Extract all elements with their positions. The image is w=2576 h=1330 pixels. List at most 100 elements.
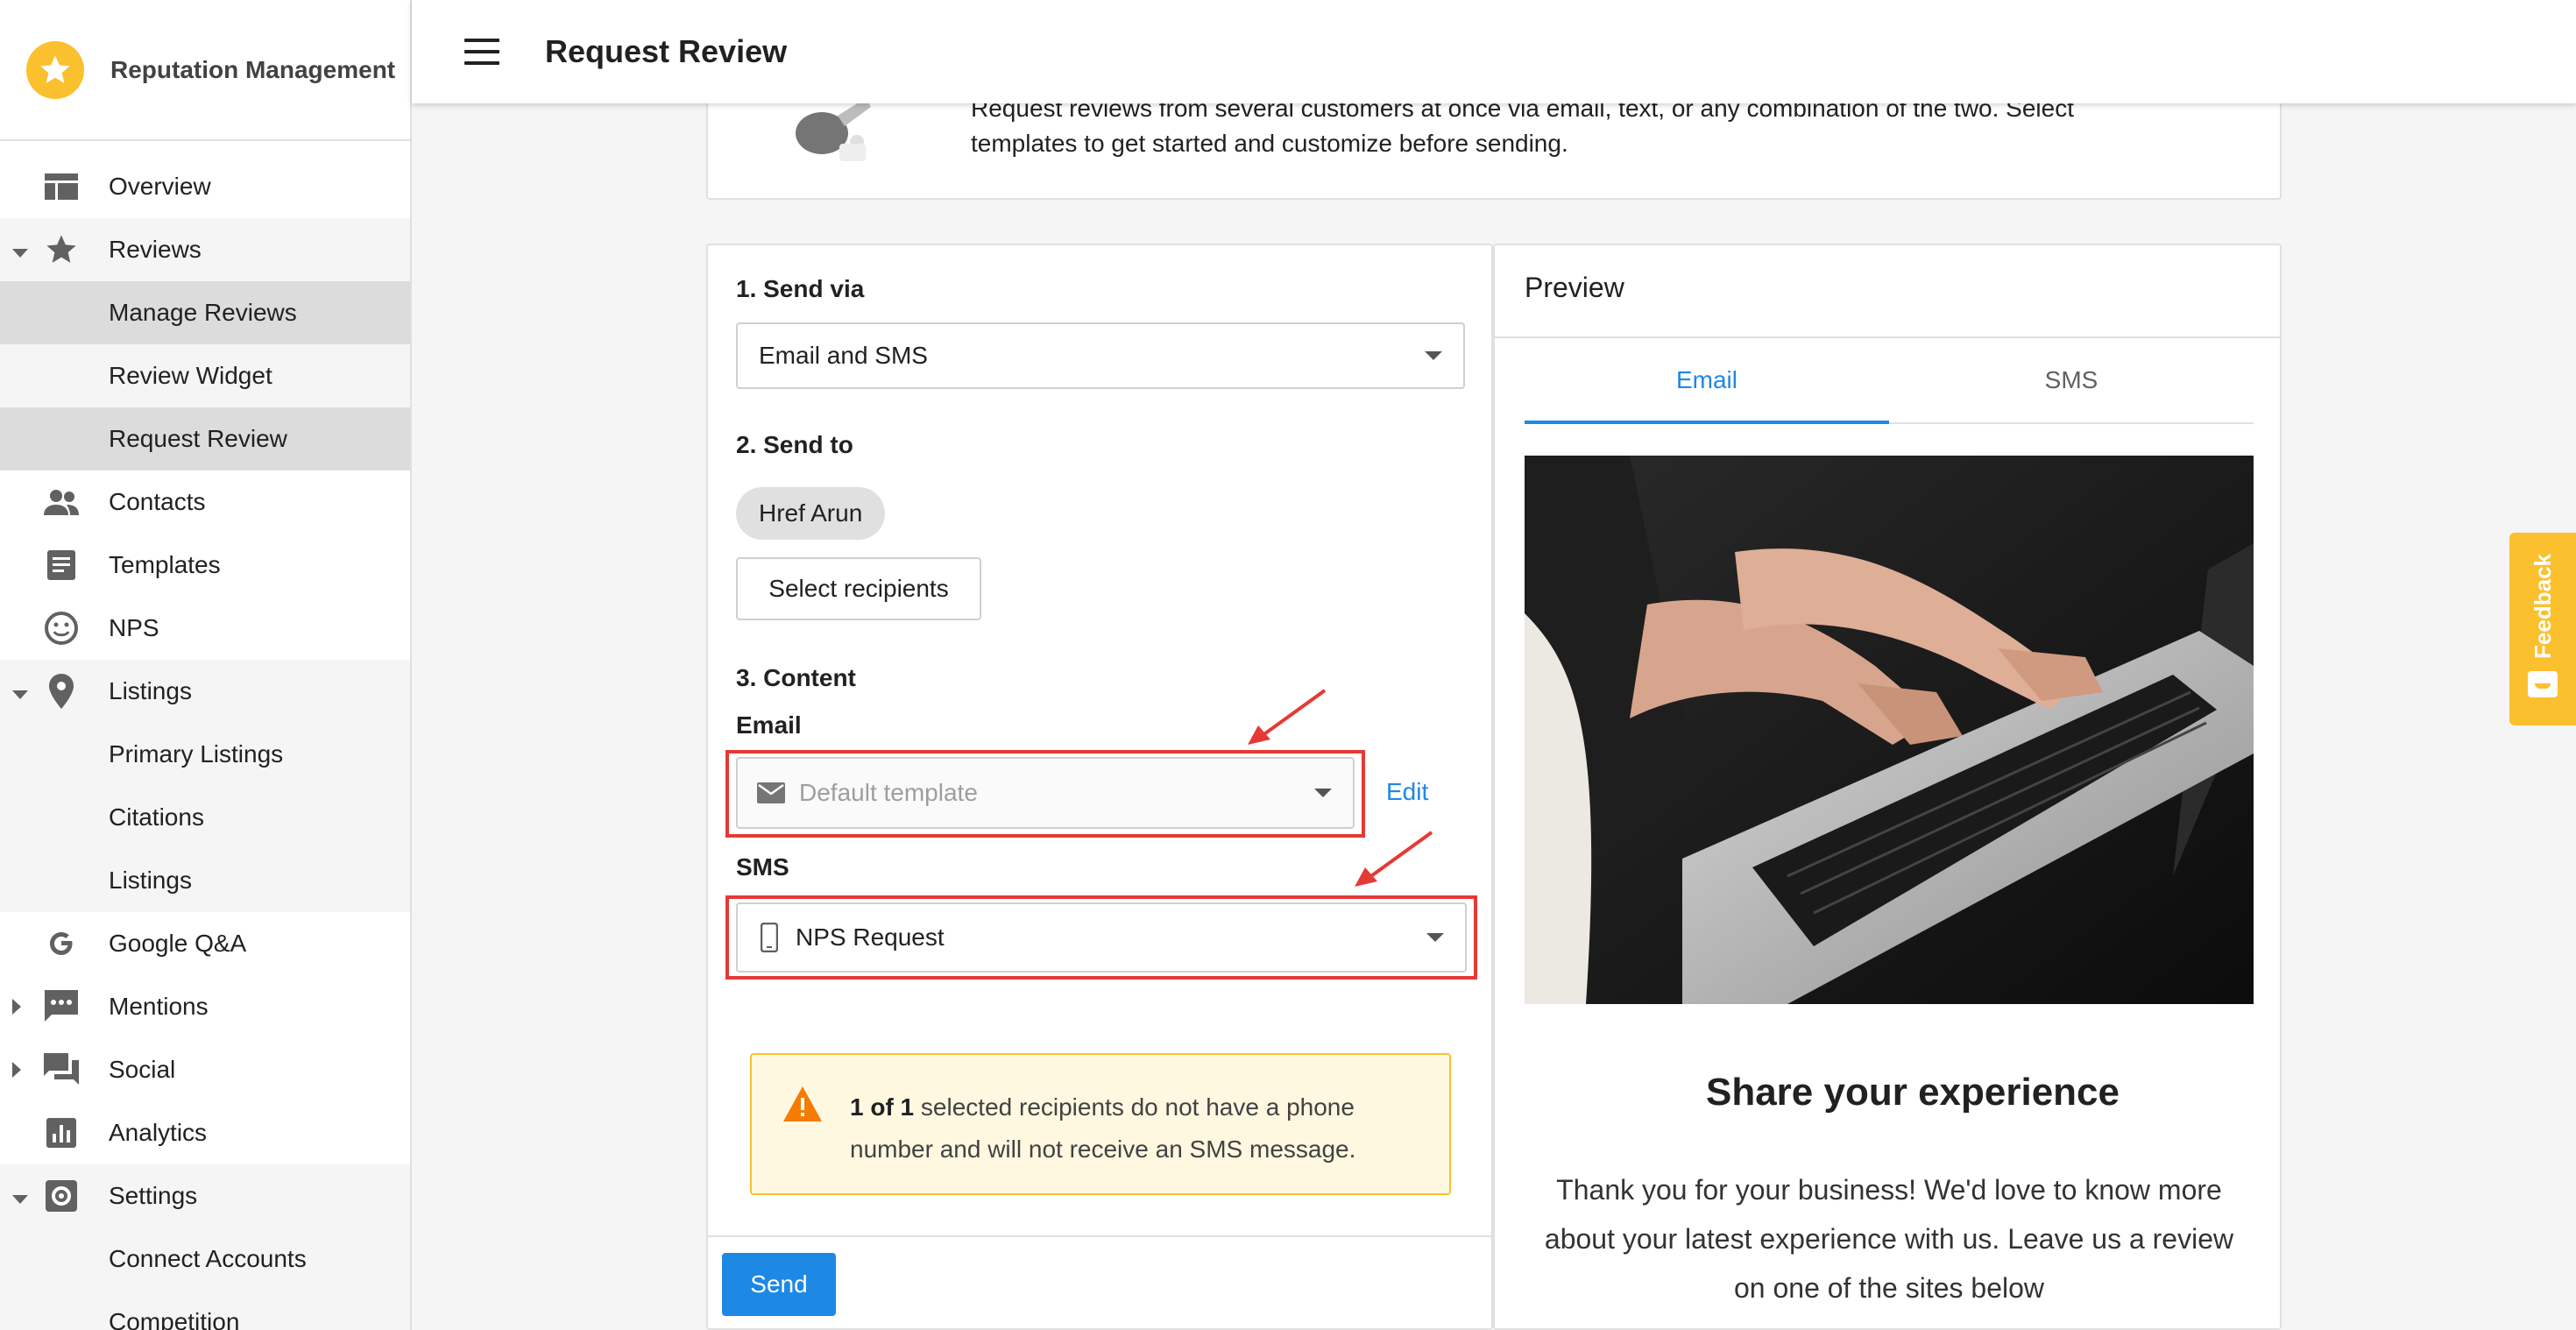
dropdown-arrow-icon [1425, 351, 1442, 360]
preview-card: Preview Email SMS Share your experience … [1493, 244, 2282, 1330]
sidebar-item-connect-accounts[interactable]: Connect Accounts [0, 1227, 410, 1291]
sidebar: Reputation Management Overview Reviews M… [0, 0, 412, 1330]
phone-icon [761, 923, 778, 952]
smiley-icon [42, 609, 81, 647]
preview-body: Thank you for your business! We'd love t… [1525, 1165, 2254, 1312]
send-to-label: 2. Send to [736, 431, 853, 458]
intro-line-2: templates to get started and customize b… [971, 130, 1568, 157]
mail-icon [757, 782, 785, 803]
sidebar-item-label: Request Review [109, 425, 287, 452]
select-recipients-button[interactable]: Select recipients [736, 557, 981, 620]
settings-group: Settings Connect Accounts Competition [0, 1164, 410, 1330]
sidebar-item-overview[interactable]: Overview [0, 155, 410, 218]
sidebar-item-label: Manage Reviews [109, 299, 297, 326]
sidebar-item-label: Reviews [109, 236, 202, 263]
sidebar-item-label: Review Widget [109, 362, 272, 389]
caret-right-icon [12, 993, 21, 1021]
caret-down-icon [12, 236, 28, 264]
sidebar-item-label: Mentions [109, 993, 209, 1020]
sidebar-item-label: Google Q&A [109, 930, 247, 957]
edit-link[interactable]: Edit [1386, 778, 1428, 806]
arrow-annotation-icon [1355, 831, 1433, 887]
listings-group: Listings Primary Listings Citations List… [0, 660, 410, 912]
sidebar-item-settings[interactable]: Settings [0, 1164, 410, 1227]
form-footer-divider [708, 1235, 1491, 1237]
sidebar-item-citations[interactable]: Citations [0, 786, 410, 849]
feedback-tab[interactable]: Feedback [2509, 533, 2576, 725]
preview-body-line1: Thank you for your business! We'd love t… [1556, 1174, 2222, 1206]
send-via-select[interactable]: Email and SMS [736, 322, 1465, 389]
sidebar-item-listings-sub[interactable]: Listings [0, 849, 410, 912]
tab-sms[interactable]: SMS [1889, 338, 2254, 422]
hamburger-menu-icon[interactable] [464, 39, 499, 65]
chat-dots-icon [42, 987, 81, 1026]
sms-label: SMS [736, 853, 789, 881]
sidebar-item-mentions[interactable]: Mentions [0, 975, 410, 1038]
preview-tabs: Email SMS [1525, 338, 2254, 424]
sidebar-item-reviews[interactable]: Reviews [0, 218, 410, 281]
send-via-value: Email and SMS [759, 342, 928, 369]
warning-count: 1 of 1 [850, 1093, 915, 1121]
sidebar-item-label: NPS [109, 614, 159, 641]
sidebar-item-label: Analytics [109, 1119, 208, 1146]
sidebar-item-label: Citations [109, 803, 204, 831]
forum-icon [42, 1051, 81, 1089]
dashboard-icon [42, 167, 81, 206]
document-icon [42, 546, 81, 584]
sidebar-item-competition[interactable]: Competition [0, 1291, 410, 1330]
caret-right-icon [12, 1056, 21, 1084]
hero-image-laptop [1525, 456, 2254, 1004]
sidebar-item-contacts[interactable]: Contacts [0, 470, 410, 534]
sidebar-item-nps[interactable]: NPS [0, 597, 410, 660]
star-icon [42, 230, 81, 269]
dropdown-arrow-icon [1314, 789, 1332, 797]
sidebar-item-review-widget[interactable]: Review Widget [0, 344, 410, 407]
sidebar-item-label: Competition [109, 1308, 240, 1330]
sidebar-item-primary-listings[interactable]: Primary Listings [0, 723, 410, 786]
preview-heading: Share your experience [1705, 1071, 2120, 1114]
recipient-chip[interactable]: Href Arun [736, 487, 886, 540]
sidebar-item-manage-reviews[interactable]: Manage Reviews [0, 281, 410, 344]
bar-chart-icon [42, 1114, 81, 1152]
warning-text-line1: selected recipients do not have a phone [914, 1093, 1355, 1121]
google-g-icon [42, 924, 81, 963]
sidebar-item-request-review[interactable]: Request Review [0, 407, 410, 470]
arrow-annotation-icon [1248, 689, 1327, 745]
sidebar-item-label: Connect Accounts [109, 1245, 307, 1272]
sidebar-item-label: Overview [109, 173, 211, 200]
app-name: Reputation Management [110, 55, 396, 83]
sidebar-item-social[interactable]: Social [0, 1038, 410, 1101]
content-label: 3. Content [736, 664, 856, 691]
send-via-label: 1. Send via [736, 275, 865, 302]
preview-body-line2: about your latest experience with us. Le… [1544, 1223, 2234, 1255]
email-template-select[interactable]: Default template [736, 757, 1355, 829]
sidebar-item-listings[interactable]: Listings [0, 660, 410, 723]
gear-icon [42, 1177, 81, 1215]
email-template-placeholder: Default template [799, 779, 978, 806]
sidebar-item-templates[interactable]: Templates [0, 534, 410, 597]
feedback-label: Feedback [2529, 554, 2556, 659]
sidebar-item-google-qa[interactable]: Google Q&A [0, 912, 410, 975]
send-button[interactable]: Send [722, 1253, 836, 1316]
dropdown-arrow-icon [1426, 933, 1444, 942]
caret-down-icon [12, 677, 28, 705]
reviews-group: Reviews Manage Reviews Review Widget Req… [0, 218, 410, 470]
top-bar: Request Review [412, 0, 2576, 103]
sidebar-item-analytics[interactable]: Analytics [0, 1101, 410, 1164]
preview-body-line3: on one of the sites below [1733, 1272, 2044, 1304]
sms-warning-alert: 1 of 1 selected recipients do not have a… [750, 1053, 1451, 1195]
tab-email[interactable]: Email [1525, 338, 1889, 424]
email-label: Email [736, 711, 802, 739]
feedback-smile-icon [2528, 670, 2558, 697]
sidebar-item-label: Settings [109, 1182, 198, 1209]
sms-template-value: NPS Request [796, 923, 945, 951]
star-logo-icon [26, 40, 84, 99]
people-icon [42, 483, 81, 521]
sidebar-item-label: Listings [109, 677, 192, 704]
sidebar-item-label: Templates [109, 551, 221, 578]
warning-text-line2: number and will not receive an SMS messa… [850, 1135, 1356, 1163]
sidebar-item-label: Social [109, 1056, 176, 1083]
sms-template-select[interactable]: NPS Request [736, 902, 1467, 973]
location-pin-icon [42, 672, 81, 711]
sidebar-item-label: Listings [109, 867, 192, 894]
